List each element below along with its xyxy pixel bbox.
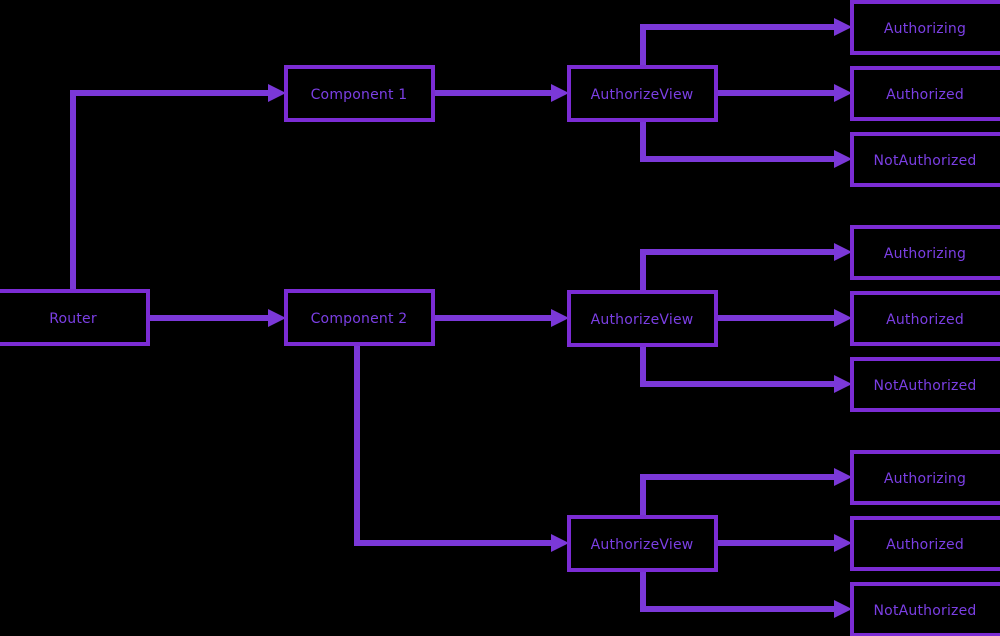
arrowhead-icon xyxy=(834,534,852,552)
connector-group-2-notauthorized xyxy=(640,345,852,393)
arrowhead-icon xyxy=(834,150,852,168)
node-group-1-authorized[interactable]: Authorized xyxy=(850,66,1000,121)
arrowhead-icon xyxy=(834,84,852,102)
connector-group-3-notauthorized xyxy=(640,570,852,618)
node-group-3-authorizing[interactable]: Authorizing xyxy=(850,450,1000,505)
node-group-3-authorizing-label: Authorizing xyxy=(884,471,966,487)
connector-group-2-authorizing xyxy=(640,243,852,292)
arrowhead-icon xyxy=(834,600,852,618)
flow-diagram: Router Component 1 Component 2 Authorize… xyxy=(0,0,1000,636)
node-group-2-notauthorized[interactable]: NotAuthorized xyxy=(850,357,1000,412)
node-group-2-notauthorized-label: NotAuthorized xyxy=(874,378,977,394)
node-router-label: Router xyxy=(49,311,97,327)
arrowhead-icon xyxy=(551,309,569,327)
arrowhead-icon xyxy=(551,534,569,552)
connector-component-1-to-authorizeview-1 xyxy=(433,84,569,102)
arrowhead-icon xyxy=(834,375,852,393)
node-authorizeview-3[interactable]: AuthorizeView xyxy=(567,515,718,572)
connector-group-3-authorizing xyxy=(640,468,852,517)
node-component-2-label: Component 2 xyxy=(311,311,408,327)
node-group-1-authorizing[interactable]: Authorizing xyxy=(850,0,1000,55)
node-component-1-label: Component 1 xyxy=(311,87,408,103)
node-group-1-authorizing-label: Authorizing xyxy=(884,21,966,37)
connector-group-2-authorized xyxy=(716,309,852,327)
node-group-3-authorized[interactable]: Authorized xyxy=(850,516,1000,571)
node-group-2-authorizing-label: Authorizing xyxy=(884,246,966,262)
node-component-1[interactable]: Component 1 xyxy=(284,65,435,122)
node-group-1-notauthorized-label: NotAuthorized xyxy=(874,153,977,169)
connector-component-2-to-authorizeview-2 xyxy=(433,309,569,327)
node-authorizeview-2[interactable]: AuthorizeView xyxy=(567,290,718,347)
connector-group-1-notauthorized xyxy=(640,120,852,168)
connector-router-to-component-1 xyxy=(70,84,286,291)
node-authorizeview-2-label: AuthorizeView xyxy=(591,312,694,328)
node-group-1-authorized-label: Authorized xyxy=(886,87,964,103)
node-group-1-notauthorized[interactable]: NotAuthorized xyxy=(850,132,1000,187)
diagram-canvas: Router Component 1 Component 2 Authorize… xyxy=(0,0,1000,636)
connector-group-1-authorizing xyxy=(640,18,852,67)
connector-component-2-to-authorizeview-3 xyxy=(354,344,569,552)
node-authorizeview-3-label: AuthorizeView xyxy=(591,537,694,553)
connector-router-to-component-2 xyxy=(148,309,286,327)
arrowhead-icon xyxy=(834,309,852,327)
connector-group-3-authorized xyxy=(716,534,852,552)
arrowhead-icon xyxy=(834,243,852,261)
arrowhead-icon xyxy=(268,309,286,327)
arrowhead-icon xyxy=(551,84,569,102)
arrowhead-icon xyxy=(268,84,286,102)
node-router[interactable]: Router xyxy=(0,289,150,346)
node-group-2-authorizing[interactable]: Authorizing xyxy=(850,225,1000,280)
node-component-2[interactable]: Component 2 xyxy=(284,289,435,346)
node-group-3-authorized-label: Authorized xyxy=(886,537,964,553)
node-group-2-authorized-label: Authorized xyxy=(886,312,964,328)
connector-group-1-authorized xyxy=(716,84,852,102)
node-group-2-authorized[interactable]: Authorized xyxy=(850,291,1000,346)
node-authorizeview-1-label: AuthorizeView xyxy=(591,87,694,103)
arrowhead-icon xyxy=(834,18,852,36)
node-group-3-notauthorized[interactable]: NotAuthorized xyxy=(850,582,1000,636)
node-authorizeview-1[interactable]: AuthorizeView xyxy=(567,65,718,122)
arrowhead-icon xyxy=(834,468,852,486)
node-group-3-notauthorized-label: NotAuthorized xyxy=(874,603,977,619)
